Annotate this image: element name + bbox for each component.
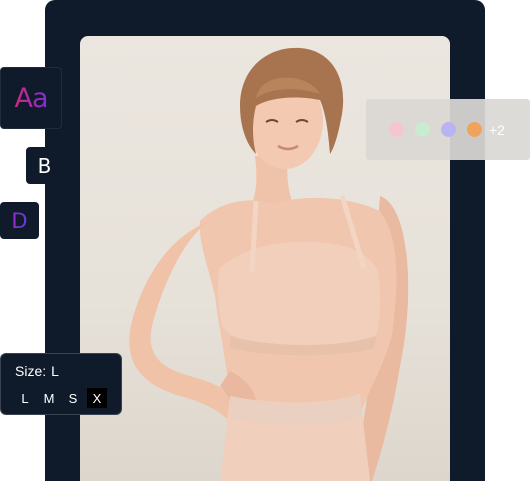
font-style-card[interactable]: Aa	[0, 67, 62, 129]
more-colors-label[interactable]: +2	[489, 122, 505, 138]
style-d-letter: D	[11, 208, 28, 233]
font-sample-text: Aa	[14, 82, 48, 114]
style-b-button[interactable]: B	[26, 147, 63, 184]
color-selector: +2	[366, 99, 530, 160]
style-d-button[interactable]: D	[0, 202, 39, 239]
size-option-l[interactable]: L	[15, 388, 35, 408]
size-label-row: Size: L	[15, 363, 121, 379]
style-b-letter: B	[37, 153, 52, 178]
size-option-m[interactable]: M	[39, 388, 59, 408]
color-swatch-mint[interactable]	[415, 122, 430, 137]
size-options: L M S X	[15, 388, 121, 408]
size-selected-value: L	[51, 363, 59, 379]
size-selector: Size: L L M S X	[0, 353, 122, 415]
size-option-x[interactable]: X	[87, 388, 107, 408]
color-swatch-pink[interactable]	[389, 122, 404, 137]
color-swatch-orange[interactable]	[467, 122, 482, 137]
color-swatch-lavender[interactable]	[441, 122, 456, 137]
size-label: Size:	[15, 363, 47, 379]
size-option-s[interactable]: S	[63, 388, 83, 408]
